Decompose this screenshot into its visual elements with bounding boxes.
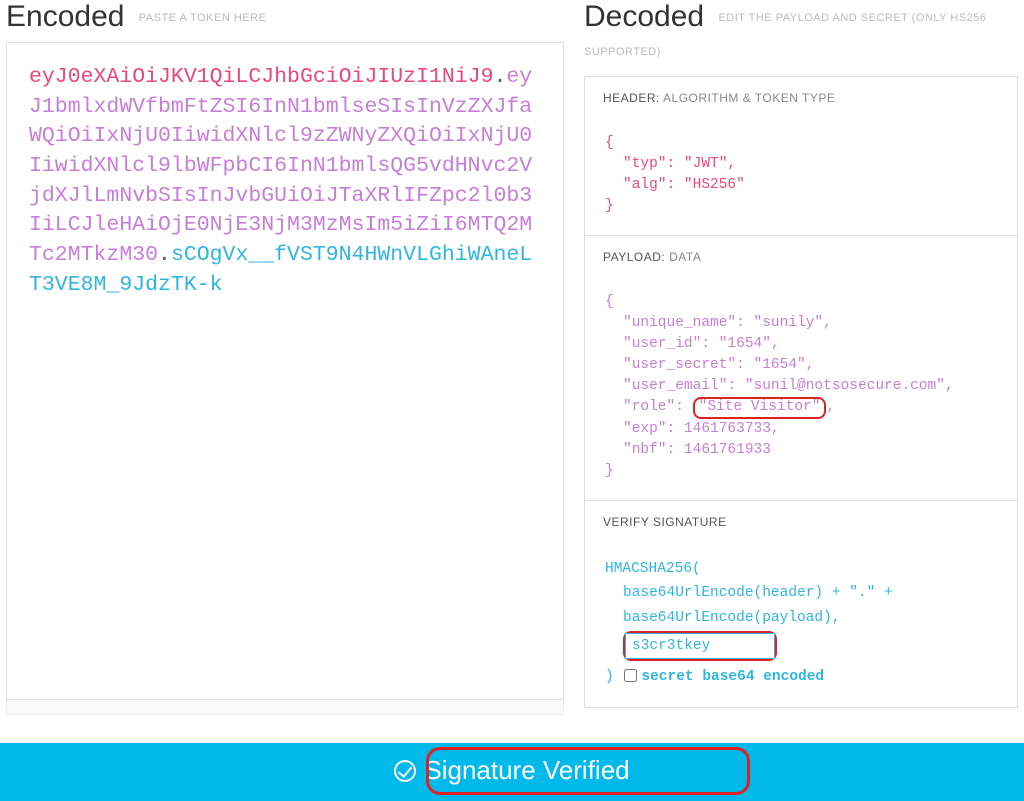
sig-secret-line <box>605 631 997 661</box>
signature-label: VERIFY SIGNATURE <box>603 515 727 529</box>
encoded-title-text: Encoded <box>6 0 124 33</box>
header-section: HEADER: ALGORITHM & TOKEN TYPE { "typ": … <box>585 77 1017 236</box>
sig-line2: base64UrlEncode(payload), <box>605 606 997 631</box>
payload-label-sub: DATA <box>669 250 701 264</box>
signature-section-head: VERIFY SIGNATURE <box>585 501 1017 543</box>
secret-input[interactable] <box>625 633 775 659</box>
json-nbf: "nbf": 1461761933 <box>605 440 771 461</box>
decoded-stack: HEADER: ALGORITHM & TOKEN TYPE { "typ": … <box>584 76 1018 708</box>
sig-func: HMACSHA256( <box>605 557 997 582</box>
sig-close: ) <box>605 669 622 685</box>
json-unique-name: "unique_name": "sunily", <box>605 313 832 334</box>
json-user-id: "user_id": "1654", <box>605 334 780 355</box>
header-label-main: HEADER: <box>603 91 660 105</box>
header-section-head: HEADER: ALGORITHM & TOKEN TYPE <box>585 77 1017 119</box>
json-close: } <box>605 463 614 479</box>
banner-text: Signature Verified <box>424 755 629 786</box>
decoded-column: Decoded EDIT THE PAYLOAD AND SECRET (ONL… <box>584 0 1018 715</box>
horizontal-scrollbar[interactable] <box>6 699 564 715</box>
secret-base64-checkbox[interactable] <box>624 669 637 682</box>
encoded-column: Encoded PASTE A TOKEN HERE eyJ0eXAiOiJKV… <box>6 0 564 715</box>
json-role-line: "role": "Site Visitor", <box>605 397 835 418</box>
json-close: } <box>605 198 614 214</box>
decoded-title-text: Decoded <box>584 0 704 33</box>
token-dot: . <box>493 65 506 89</box>
signature-body: HMACSHA256( base64UrlEncode(header) + ".… <box>585 543 1017 708</box>
encoded-hint: PASTE A TOKEN HERE <box>139 12 267 24</box>
signature-section: VERIFY SIGNATURE HMACSHA256( base64UrlEn… <box>585 501 1017 708</box>
json-role-comma: , <box>826 399 835 415</box>
sig-line1: base64UrlEncode(header) + "." + <box>605 581 997 606</box>
json-role-val: "Site Visitor" <box>699 399 821 415</box>
encoded-token-textarea[interactable]: eyJ0eXAiOiJKV1QiLCJhbGciOiJIUzI1NiJ9.eyJ… <box>6 42 564 700</box>
token-payload-segment: eyJ1bmlxdWVfbmFtZSI6InN1bmlseSIsInVzZXJf… <box>29 65 532 267</box>
header-json[interactable]: { "typ": "JWT", "alg": "HS256" } <box>585 119 1017 235</box>
json-user-secret: "user_secret": "1654", <box>605 355 814 376</box>
sig-close-line: ) secret base64 encoded <box>605 665 997 690</box>
secret-base64-label: secret base64 encoded <box>641 669 824 685</box>
json-role-key: "role": <box>623 399 693 415</box>
json-open: { <box>605 294 614 310</box>
token-dot: . <box>158 243 171 267</box>
header-label-sub: ALGORITHM & TOKEN TYPE <box>663 91 835 105</box>
encoded-title: Encoded PASTE A TOKEN HERE <box>6 0 564 34</box>
token-header-segment: eyJ0eXAiOiJKV1QiLCJhbGciOiJIUzI1NiJ9 <box>29 65 493 89</box>
json-user-email: "user_email": "sunil@notsosecure.com", <box>605 376 954 397</box>
json-typ: "typ": "JWT", <box>605 154 736 175</box>
json-exp: "exp": 1461763733, <box>605 419 780 440</box>
signature-verified-banner: Signature Verified <box>0 743 1024 801</box>
payload-json[interactable]: { "unique_name": "sunily", "user_id": "1… <box>585 278 1017 500</box>
check-circle-icon <box>394 760 416 782</box>
payload-section: PAYLOAD: DATA { "unique_name": "sunily",… <box>585 236 1017 501</box>
decoded-title: Decoded EDIT THE PAYLOAD AND SECRET (ONL… <box>584 0 1018 68</box>
json-alg: "alg": "HS256" <box>605 175 745 196</box>
payload-label-main: PAYLOAD: <box>603 250 665 264</box>
secret-highlight <box>623 631 777 661</box>
role-highlight: "Site Visitor" <box>693 397 827 418</box>
payload-section-head: PAYLOAD: DATA <box>585 236 1017 278</box>
json-open: { <box>605 135 614 151</box>
